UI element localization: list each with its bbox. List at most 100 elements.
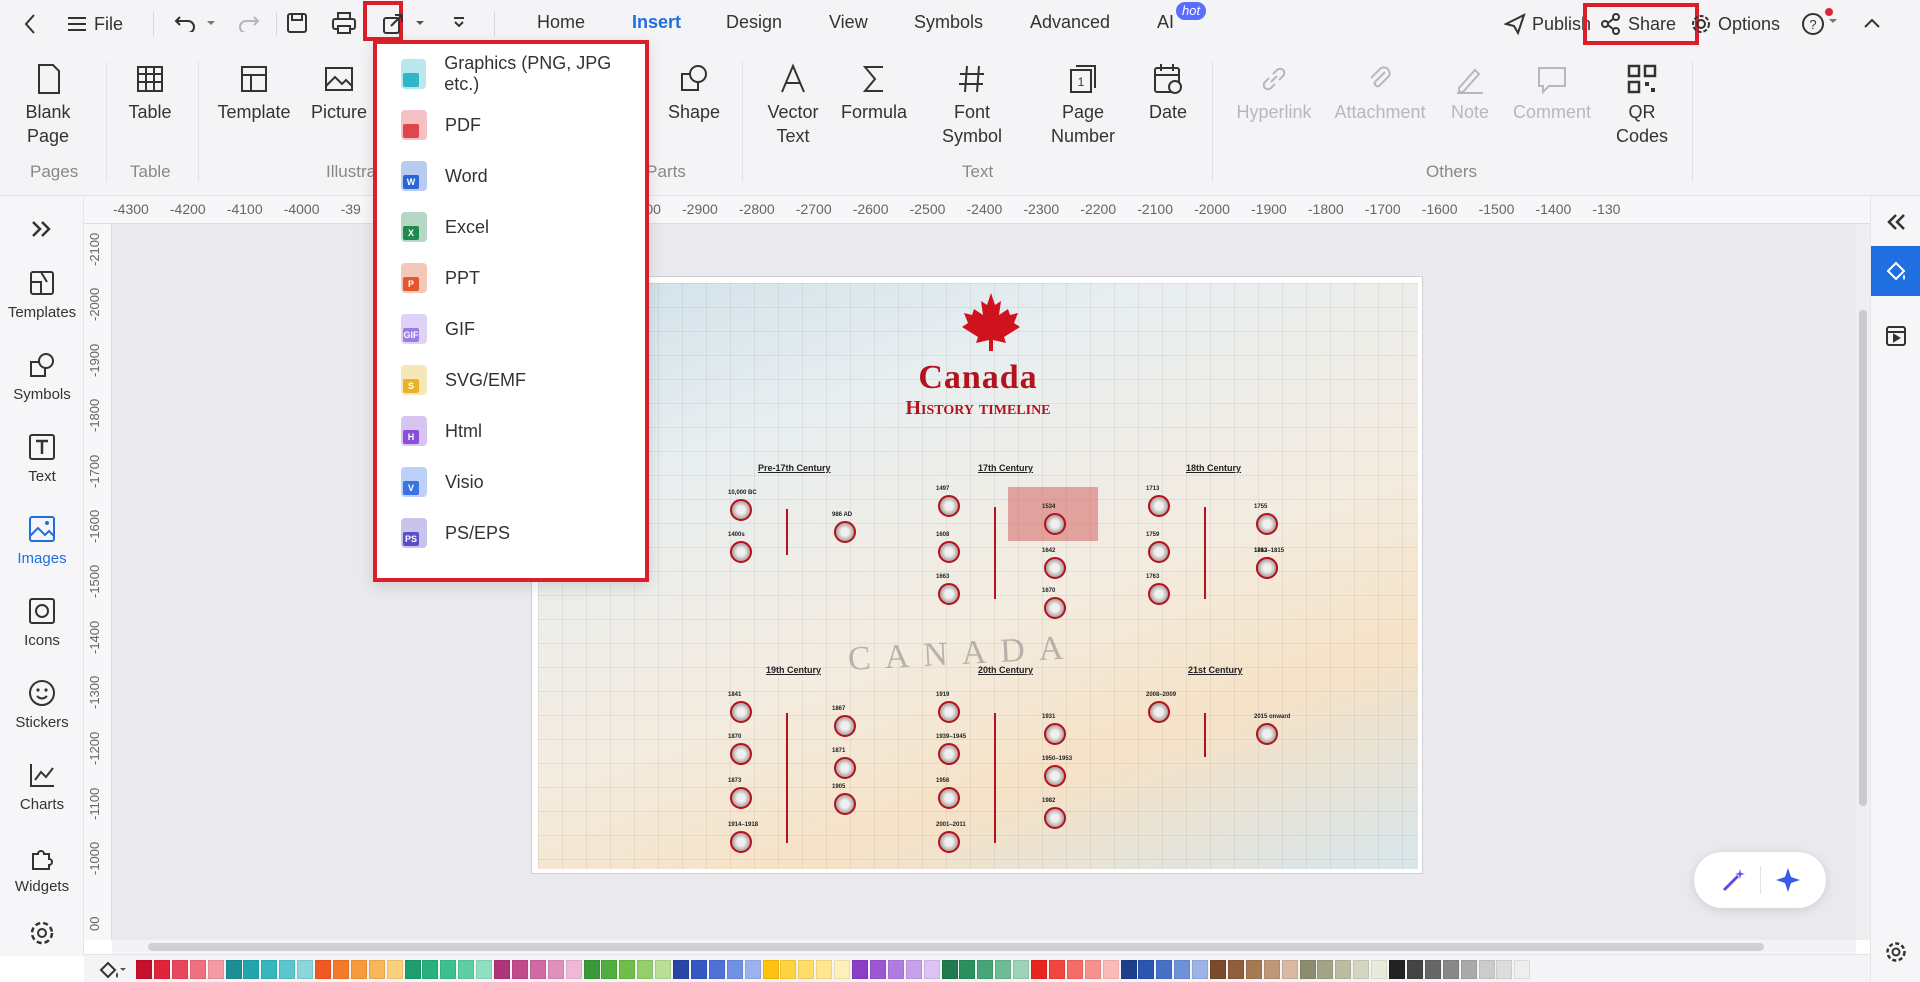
export-option-ppt[interactable]: P PPT bbox=[401, 258, 480, 298]
qr-codes-button[interactable]: QR Codes bbox=[1610, 62, 1674, 148]
color-swatch[interactable] bbox=[1281, 960, 1298, 979]
save-icon[interactable] bbox=[284, 10, 310, 36]
sidebar-item-widgets[interactable]: Widgets bbox=[0, 842, 84, 895]
color-swatch[interactable] bbox=[207, 960, 224, 979]
undo-icon[interactable] bbox=[172, 10, 198, 36]
color-swatch[interactable] bbox=[511, 960, 528, 979]
color-swatch[interactable] bbox=[458, 960, 475, 979]
sidebar-item-stickers[interactable]: Stickers bbox=[0, 678, 84, 731]
color-swatch[interactable] bbox=[690, 960, 707, 979]
hamburger-icon[interactable] bbox=[66, 12, 88, 36]
color-swatch[interactable] bbox=[332, 960, 349, 979]
color-swatch[interactable] bbox=[780, 960, 797, 979]
color-swatch[interactable] bbox=[995, 960, 1012, 979]
export-option-svg-emf[interactable]: S SVG/EMF bbox=[401, 360, 526, 400]
export-option-pdf[interactable]: PDF bbox=[401, 105, 481, 145]
style-panel-tab[interactable] bbox=[1871, 246, 1920, 296]
tab-symbols[interactable]: Symbols bbox=[914, 12, 983, 33]
color-swatch[interactable] bbox=[1138, 960, 1155, 979]
color-swatch[interactable] bbox=[386, 960, 403, 979]
back-icon[interactable] bbox=[18, 12, 42, 36]
scroll-thumb[interactable] bbox=[1859, 310, 1867, 806]
export-option-ps-eps[interactable]: PS PS/EPS bbox=[401, 513, 510, 553]
color-swatch[interactable] bbox=[887, 960, 904, 979]
color-swatch[interactable] bbox=[744, 960, 761, 979]
color-swatch[interactable] bbox=[1335, 960, 1352, 979]
color-swatch[interactable] bbox=[565, 960, 582, 979]
export-option-gif[interactable]: GIF GIF bbox=[401, 309, 475, 349]
color-swatch[interactable] bbox=[494, 960, 510, 979]
color-swatch[interactable] bbox=[583, 960, 600, 979]
color-swatch[interactable] bbox=[1174, 960, 1191, 979]
color-swatch[interactable] bbox=[1424, 960, 1441, 979]
collapse-ribbon-icon[interactable] bbox=[1862, 12, 1882, 34]
color-swatch[interactable] bbox=[1317, 960, 1334, 979]
tab-design[interactable]: Design bbox=[726, 12, 782, 33]
redo-icon[interactable] bbox=[236, 10, 262, 36]
export-option-graphics-png-jpg-etc[interactable]: Graphics (PNG, JPG etc.) bbox=[401, 53, 645, 94]
color-swatch[interactable] bbox=[297, 960, 314, 979]
color-swatch[interactable] bbox=[279, 960, 296, 979]
color-swatch[interactable] bbox=[1371, 960, 1388, 979]
color-swatch[interactable] bbox=[708, 960, 725, 979]
color-swatch[interactable] bbox=[637, 960, 654, 979]
tab-insert[interactable]: Insert bbox=[632, 12, 681, 33]
color-swatch[interactable] bbox=[440, 960, 457, 979]
color-swatch[interactable] bbox=[619, 960, 636, 979]
color-swatch[interactable] bbox=[422, 960, 439, 979]
color-swatch[interactable] bbox=[816, 960, 833, 979]
help-icon[interactable]: ? bbox=[1800, 11, 1826, 37]
color-swatch[interactable] bbox=[1084, 960, 1101, 979]
color-swatch[interactable] bbox=[1263, 960, 1280, 979]
color-swatch[interactable] bbox=[1496, 960, 1513, 979]
export-option-visio[interactable]: V Visio bbox=[401, 462, 484, 502]
picture-button[interactable]: Picture bbox=[308, 62, 370, 124]
color-swatch[interactable] bbox=[529, 960, 546, 979]
vector-text-button[interactable]: Vector Text bbox=[760, 62, 826, 148]
more-tools-icon[interactable] bbox=[450, 14, 468, 32]
print-icon[interactable] bbox=[330, 10, 358, 36]
color-swatch[interactable] bbox=[923, 960, 940, 979]
options-button[interactable]: Options bbox=[1690, 11, 1780, 37]
drawing-page[interactable]: Canada History timeline CANADA Pre-17th … bbox=[531, 276, 1423, 874]
color-swatch[interactable] bbox=[1227, 960, 1244, 979]
tab-view[interactable]: View bbox=[829, 12, 868, 33]
help-dropdown-icon[interactable] bbox=[1828, 16, 1838, 26]
tab-ai[interactable]: AI bbox=[1157, 12, 1174, 33]
color-swatch[interactable] bbox=[153, 960, 170, 979]
color-swatch[interactable] bbox=[1102, 960, 1119, 979]
color-swatch[interactable] bbox=[350, 960, 367, 979]
color-swatch[interactable] bbox=[171, 960, 188, 979]
color-swatch[interactable] bbox=[798, 960, 815, 979]
date-button[interactable]: Date bbox=[1146, 62, 1190, 124]
color-swatch[interactable] bbox=[261, 960, 278, 979]
sidebar-item-templates[interactable]: Templates bbox=[0, 268, 84, 321]
horizontal-scrollbar[interactable] bbox=[112, 940, 1856, 954]
color-swatch[interactable] bbox=[1442, 960, 1459, 979]
color-swatch[interactable] bbox=[941, 960, 958, 979]
color-swatch[interactable] bbox=[601, 960, 618, 979]
color-swatch[interactable] bbox=[762, 960, 779, 979]
color-swatch[interactable] bbox=[726, 960, 743, 979]
color-swatch[interactable] bbox=[243, 960, 260, 979]
color-swatch[interactable] bbox=[977, 960, 994, 979]
color-swatch[interactable] bbox=[1389, 960, 1405, 979]
color-swatch[interactable] bbox=[476, 960, 493, 979]
canada-timeline-poster[interactable]: Canada History timeline CANADA Pre-17th … bbox=[538, 283, 1418, 869]
collapse-right-panel-icon[interactable] bbox=[1884, 210, 1908, 234]
comment-button[interactable]: Comment bbox=[1510, 62, 1594, 124]
color-swatch[interactable] bbox=[852, 960, 868, 979]
color-swatch[interactable] bbox=[1066, 960, 1083, 979]
export-option-html[interactable]: H Html bbox=[401, 411, 482, 451]
tab-advanced[interactable]: Advanced bbox=[1030, 12, 1110, 33]
color-swatch[interactable] bbox=[1460, 960, 1477, 979]
table-button[interactable]: Table bbox=[124, 62, 176, 124]
color-swatch[interactable] bbox=[1120, 960, 1137, 979]
export-option-excel[interactable]: X Excel bbox=[401, 207, 489, 247]
export-icon[interactable] bbox=[380, 11, 406, 37]
scroll-thumb[interactable] bbox=[148, 943, 1764, 951]
note-button[interactable]: Note bbox=[1448, 62, 1492, 124]
color-swatch[interactable] bbox=[1353, 960, 1370, 979]
color-swatch[interactable] bbox=[1478, 960, 1495, 979]
color-swatch[interactable] bbox=[1210, 960, 1226, 979]
